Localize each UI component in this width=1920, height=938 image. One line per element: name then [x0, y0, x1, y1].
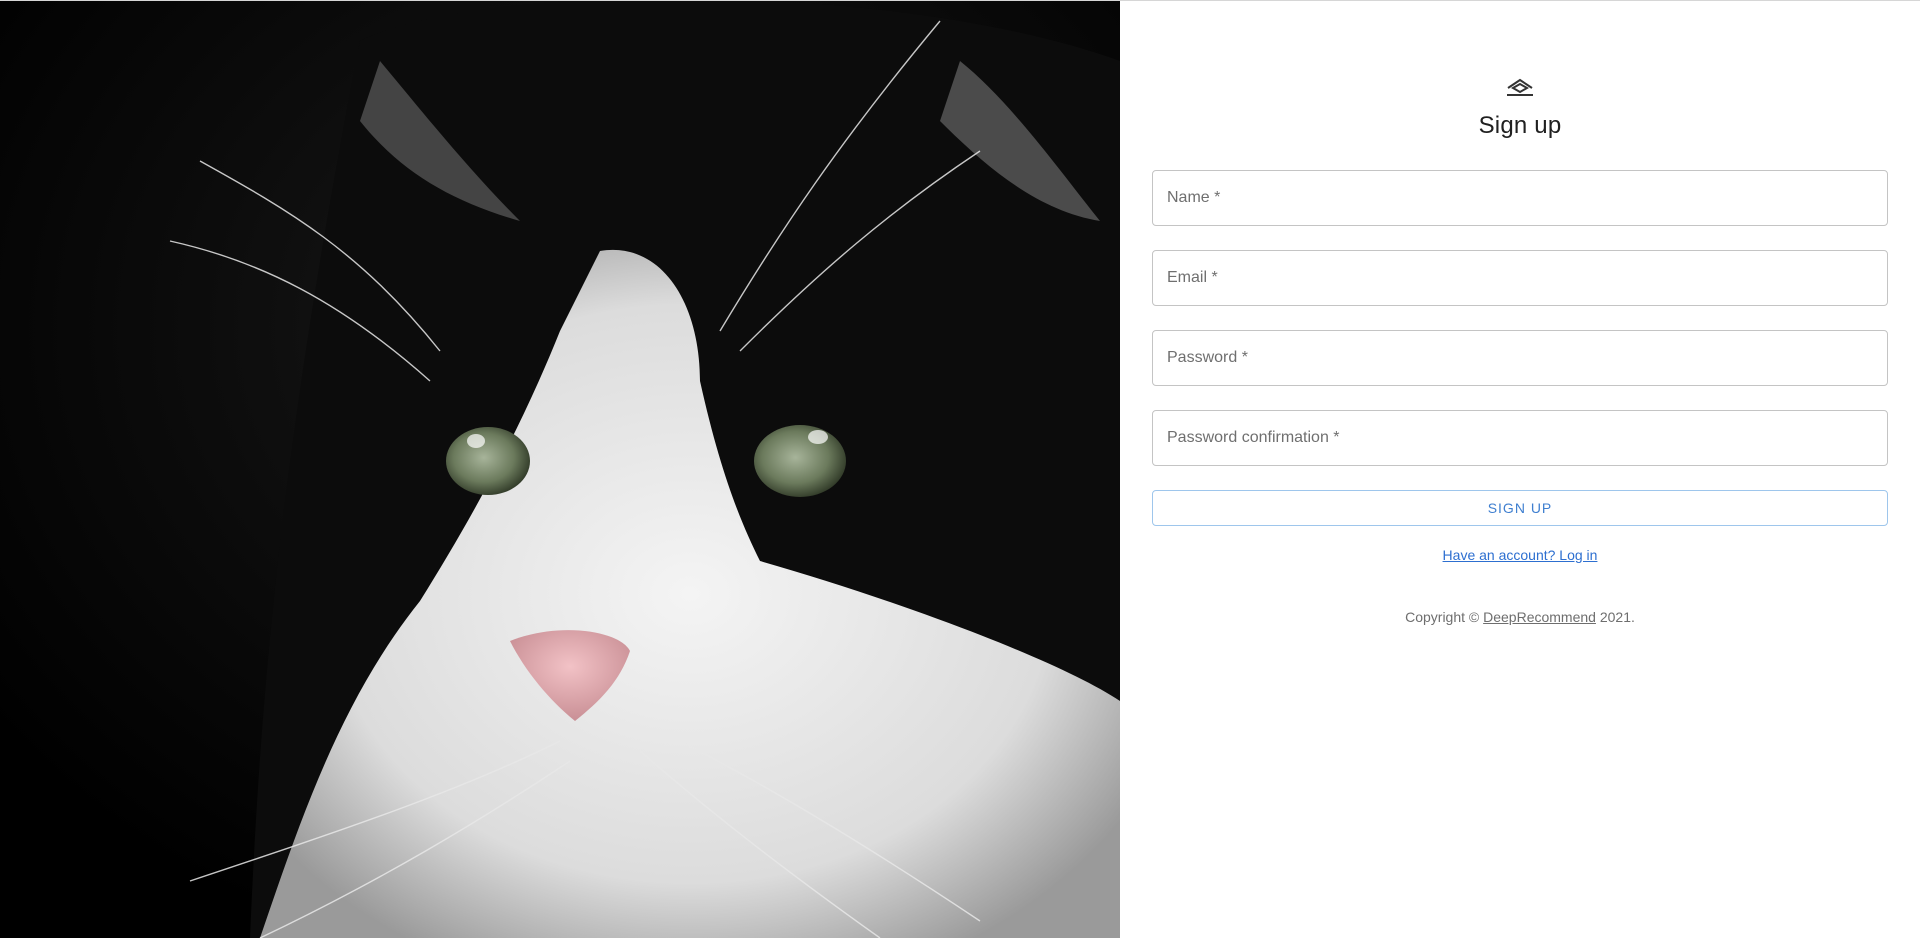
login-link-container: Have an account? Log in — [1152, 547, 1888, 563]
password-confirmation-placeholder: Password confirmation * — [1167, 429, 1340, 446]
cat-illustration — [0, 1, 1120, 938]
name-field-placeholder: Name * — [1167, 189, 1221, 206]
page-title: Sign up — [1478, 112, 1562, 139]
signup-form: Name * Email * Password * Password confi… — [1152, 170, 1888, 625]
password-field-placeholder: Password * — [1167, 349, 1248, 366]
password-confirmation-field[interactable]: Password confirmation * — [1152, 410, 1888, 466]
copyright-prefix: Copyright © — [1405, 609, 1480, 625]
signup-button[interactable]: SIGN UP — [1152, 490, 1888, 526]
login-link[interactable]: Have an account? Log in — [1443, 547, 1598, 563]
email-field[interactable]: Email * — [1152, 250, 1888, 306]
name-field[interactable]: Name * — [1152, 170, 1888, 226]
brand-link[interactable]: DeepRecommend — [1483, 609, 1596, 625]
signup-page: Sign up Name * Email * Password * Passwo… — [0, 0, 1920, 938]
signup-panel: Sign up Name * Email * Password * Passwo… — [1120, 1, 1920, 938]
copyright-year: 2021. — [1599, 609, 1635, 625]
copyright: Copyright © DeepRecommend 2021. — [1152, 609, 1888, 625]
hero-cat-image — [0, 1, 1120, 938]
password-field[interactable]: Password * — [1152, 330, 1888, 386]
email-field-placeholder: Email * — [1167, 269, 1218, 286]
brand-logo — [1120, 77, 1920, 104]
house-logo-icon — [1505, 77, 1535, 99]
